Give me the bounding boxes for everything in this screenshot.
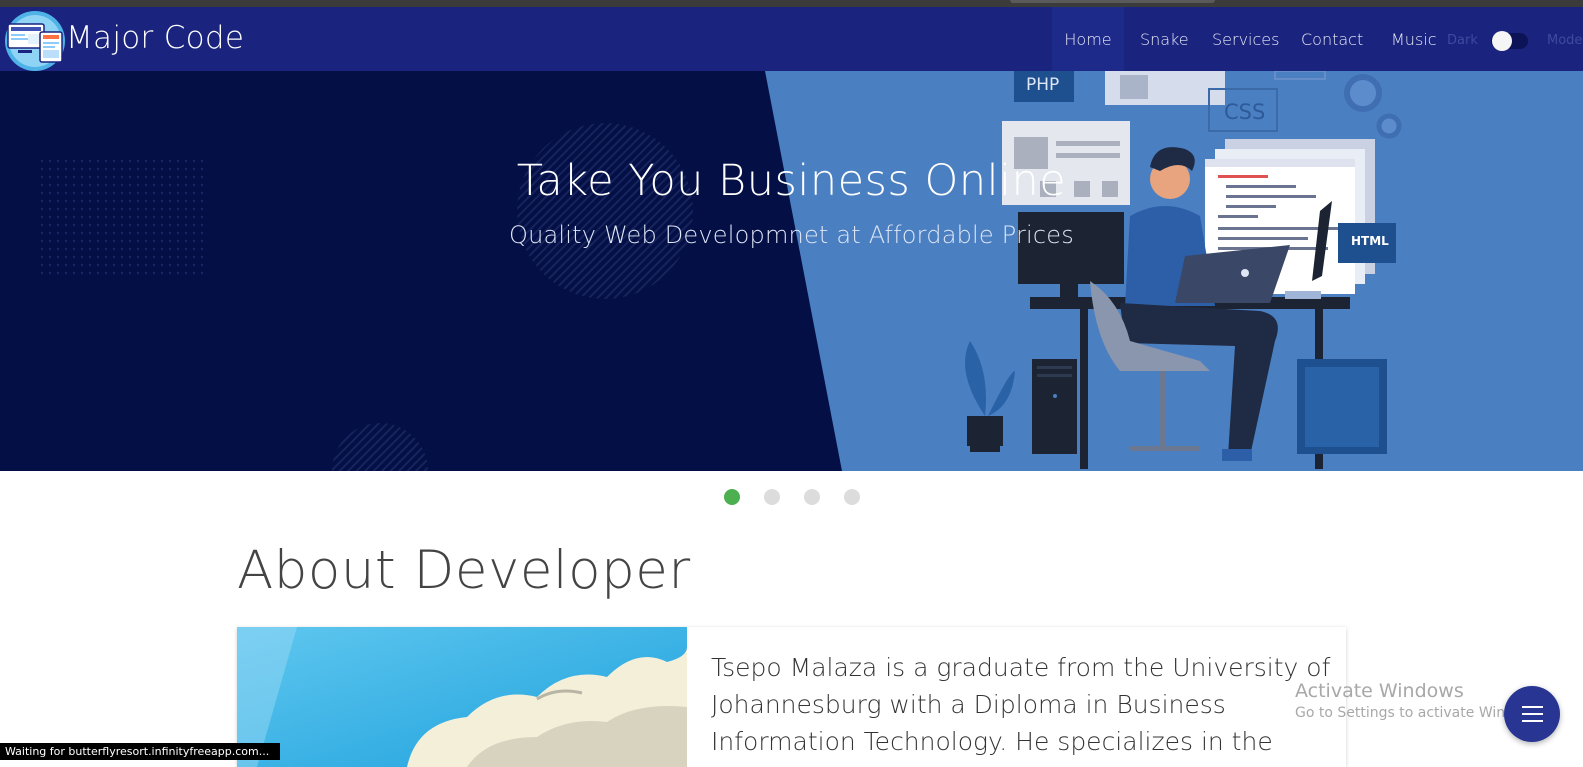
about-image bbox=[237, 627, 687, 767]
carousel-dot-4[interactable] bbox=[844, 489, 860, 505]
brand-name[interactable]: Major Code bbox=[66, 20, 244, 56]
hero-illustration bbox=[0, 71, 1583, 471]
nav-music[interactable]: Music bbox=[1391, 7, 1437, 71]
hero-carousel: PHP CSS HTML Take You Business Online Qu… bbox=[0, 71, 1583, 471]
dark-mode-toggle[interactable] bbox=[1491, 31, 1528, 51]
logo-icon[interactable] bbox=[4, 10, 66, 72]
carousel-indicators bbox=[0, 489, 1583, 507]
browser-status-bar: Waiting for butterflyresort.infinityfree… bbox=[0, 743, 280, 760]
nav-snake[interactable]: Snake bbox=[1140, 7, 1189, 71]
toggle-knob[interactable] bbox=[1492, 31, 1512, 51]
php-tag: PHP bbox=[1026, 75, 1060, 95]
about-title: About Developer bbox=[237, 540, 691, 601]
mode-label-dark: Dark bbox=[1447, 33, 1478, 48]
about-card: Tsepo Malaza is a graduate from the Univ… bbox=[237, 627, 1346, 767]
nav-services[interactable]: Services bbox=[1212, 7, 1279, 71]
carousel-dot-3[interactable] bbox=[804, 489, 820, 505]
carousel-dot-2[interactable] bbox=[764, 489, 780, 505]
hero-subtitle: Quality Web Developmnet at Affordable Pr… bbox=[509, 221, 1074, 249]
css-tag: CSS bbox=[1224, 100, 1266, 124]
nav-home[interactable]: Home bbox=[1052, 7, 1124, 71]
mode-label-mode: Mode bbox=[1547, 33, 1583, 48]
navbar: Major Code Home Snake Services Contact M… bbox=[0, 7, 1583, 71]
tab-indicator bbox=[1010, 0, 1215, 3]
carousel-dot-1[interactable] bbox=[724, 489, 740, 505]
about-text: Tsepo Malaza is a graduate from the Univ… bbox=[711, 653, 1331, 756]
hero-title: Take You Business Online bbox=[516, 156, 1067, 206]
nav-contact[interactable]: Contact bbox=[1301, 7, 1363, 71]
menu-fab-button[interactable] bbox=[1504, 686, 1560, 742]
sky-clouds-image bbox=[237, 627, 687, 767]
browser-top-strip bbox=[0, 0, 1583, 7]
